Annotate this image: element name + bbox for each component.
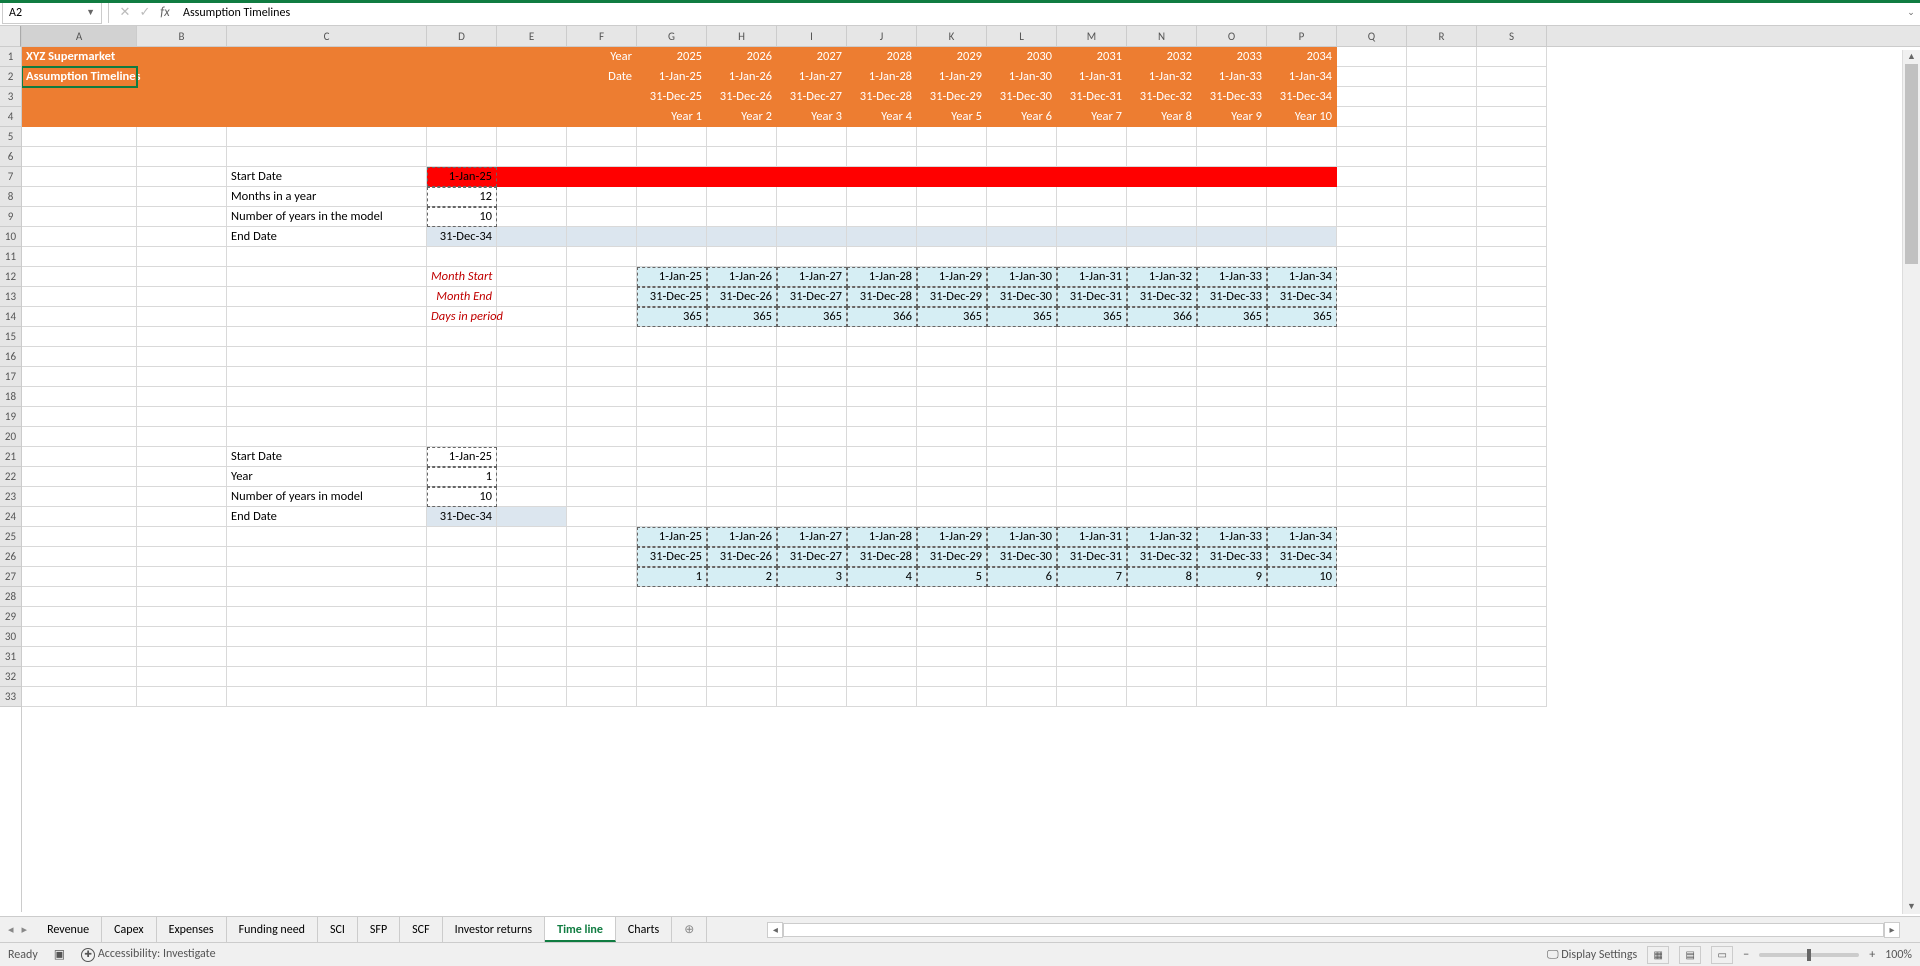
sheet-tab[interactable]: Funding need <box>227 917 318 942</box>
row-header[interactable]: 31 <box>0 647 21 667</box>
column-headers: ABCDEFGHIJKLMNOPQRS <box>22 26 1920 47</box>
vertical-scrollbar[interactable]: ▲ ▼ <box>1902 50 1920 914</box>
sheet-tab[interactable]: Charts <box>616 917 672 942</box>
page-break-view-button[interactable]: ▭ <box>1711 946 1733 964</box>
column-header[interactable]: I <box>777 26 847 46</box>
row-header[interactable]: 9 <box>0 207 21 227</box>
column-header[interactable]: Q <box>1337 26 1407 46</box>
sheet-tab[interactable]: SCF <box>400 917 442 942</box>
sheet-tab[interactable]: SFP <box>358 917 400 942</box>
column-header[interactable]: P <box>1267 26 1337 46</box>
status-ready: Ready <box>8 948 38 962</box>
hscroll-right-icon[interactable]: ▸ <box>1884 922 1900 938</box>
column-header[interactable]: O <box>1197 26 1267 46</box>
column-header[interactable]: A <box>22 26 137 46</box>
row-header[interactable]: 13 <box>0 287 21 307</box>
tab-prev-icon[interactable]: ▸ <box>22 923 28 936</box>
column-header[interactable]: B <box>137 26 227 46</box>
select-all-button[interactable] <box>0 26 21 47</box>
row-header[interactable]: 23 <box>0 487 21 507</box>
column-header[interactable]: D <box>427 26 497 46</box>
row-header[interactable]: 32 <box>0 667 21 687</box>
row-header[interactable]: 17 <box>0 367 21 387</box>
row-header[interactable]: 6 <box>0 147 21 167</box>
row-header[interactable]: 26 <box>0 547 21 567</box>
sheet-tab-strip: ◂ ▸ RevenueCapexExpensesFunding needSCIS… <box>0 916 1920 942</box>
row-header[interactable]: 24 <box>0 507 21 527</box>
row-header[interactable]: 3 <box>0 87 21 107</box>
row-header[interactable]: 19 <box>0 407 21 427</box>
normal-view-button[interactable]: ▦ <box>1647 946 1669 964</box>
zoom-slider[interactable] <box>1759 953 1859 957</box>
status-bar: Ready ▣ ✚ Accessibility: Investigate 🖵 D… <box>0 942 1920 966</box>
row-header[interactable]: 18 <box>0 387 21 407</box>
scroll-thumb[interactable] <box>1905 64 1918 264</box>
accessibility-icon[interactable]: ✚ <box>81 948 95 962</box>
row-header[interactable]: 10 <box>0 227 21 247</box>
accessibility-label[interactable]: Accessibility: Investigate <box>98 947 216 961</box>
scroll-up-icon[interactable]: ▲ <box>1903 50 1920 64</box>
row-header[interactable]: 1 <box>0 47 21 67</box>
column-header[interactable]: E <box>497 26 567 46</box>
sheet-tab[interactable]: Expenses <box>157 917 227 942</box>
zoom-out-button[interactable]: − <box>1743 948 1749 962</box>
scroll-down-icon[interactable]: ▼ <box>1903 900 1920 914</box>
row-header[interactable]: 2 <box>0 67 21 87</box>
page-layout-view-button[interactable]: ▤ <box>1679 946 1701 964</box>
zoom-in-button[interactable]: + <box>1869 948 1875 962</box>
column-header[interactable]: L <box>987 26 1057 46</box>
sheet-tab[interactable]: Time line <box>545 917 616 942</box>
column-header[interactable]: S <box>1477 26 1547 46</box>
sheet-tab[interactable]: Revenue <box>35 917 102 942</box>
column-header[interactable]: F <box>567 26 637 46</box>
column-header[interactable]: K <box>917 26 987 46</box>
row-header[interactable]: 20 <box>0 427 21 447</box>
row-header[interactable]: 15 <box>0 327 21 347</box>
column-header[interactable]: H <box>707 26 777 46</box>
sheet-tab[interactable]: Capex <box>102 917 156 942</box>
row-header[interactable]: 5 <box>0 127 21 147</box>
row-header[interactable]: 16 <box>0 347 21 367</box>
macro-record-icon[interactable]: ▣ <box>54 947 65 962</box>
column-header[interactable]: R <box>1407 26 1477 46</box>
spreadsheet-grid[interactable]: XYZ SupermarketYear202520262027202820292… <box>22 47 1920 707</box>
row-header[interactable]: 21 <box>0 447 21 467</box>
sheet-tab[interactable]: SCI <box>318 917 358 942</box>
row-header[interactable]: 33 <box>0 687 21 707</box>
sheet-tab[interactable]: Investor returns <box>443 917 546 942</box>
row-header[interactable]: 22 <box>0 467 21 487</box>
row-headers: 1234567891011121314151617181920212223242… <box>0 26 22 912</box>
row-header[interactable]: 29 <box>0 607 21 627</box>
display-settings-button[interactable]: 🖵 Display Settings <box>1547 948 1637 962</box>
hscroll-left-icon[interactable]: ◂ <box>767 922 783 938</box>
column-header[interactable]: G <box>637 26 707 46</box>
row-header[interactable]: 12 <box>0 267 21 287</box>
row-header[interactable]: 14 <box>0 307 21 327</box>
row-header[interactable]: 4 <box>0 107 21 127</box>
row-header[interactable]: 8 <box>0 187 21 207</box>
tab-first-icon[interactable]: ◂ <box>8 923 14 936</box>
column-header[interactable]: M <box>1057 26 1127 46</box>
column-header[interactable]: N <box>1127 26 1197 46</box>
row-header[interactable]: 11 <box>0 247 21 267</box>
add-sheet-button[interactable]: ⊕ <box>672 917 707 943</box>
column-header[interactable]: C <box>227 26 427 46</box>
row-header[interactable]: 7 <box>0 167 21 187</box>
row-header[interactable]: 30 <box>0 627 21 647</box>
tab-nav[interactable]: ◂ ▸ <box>0 923 35 936</box>
column-header[interactable]: J <box>847 26 917 46</box>
row-header[interactable]: 28 <box>0 587 21 607</box>
zoom-level[interactable]: 100% <box>1885 948 1912 962</box>
row-header[interactable]: 25 <box>0 527 21 547</box>
row-header[interactable]: 27 <box>0 567 21 587</box>
horizontal-scrollbar[interactable]: ◂ ▸ <box>767 922 1900 938</box>
